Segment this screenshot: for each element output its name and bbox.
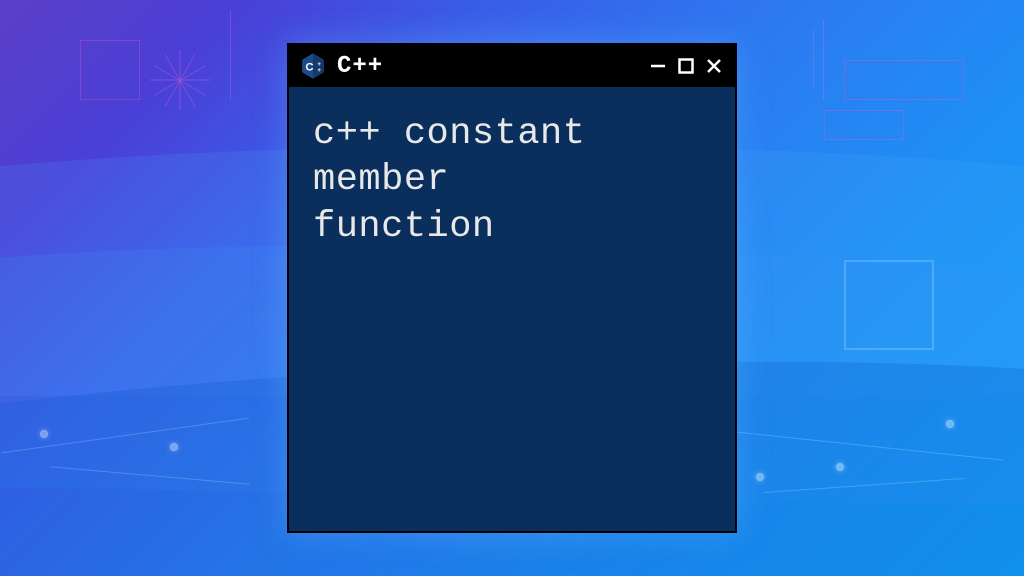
close-button[interactable] (703, 55, 725, 77)
window-title: C++ (337, 53, 637, 80)
titlebar[interactable]: C + + C++ (289, 45, 735, 87)
terminal-window: C + + C++ c++ constant member function (287, 43, 737, 533)
window-controls (647, 55, 725, 77)
svg-text:C: C (305, 61, 313, 73)
terminal-content: c++ constant member function (289, 87, 735, 531)
cpp-hexagon-icon: C + + (299, 52, 327, 80)
minimize-button[interactable] (647, 55, 669, 77)
maximize-button[interactable] (675, 55, 697, 77)
svg-text:+: + (317, 67, 321, 74)
